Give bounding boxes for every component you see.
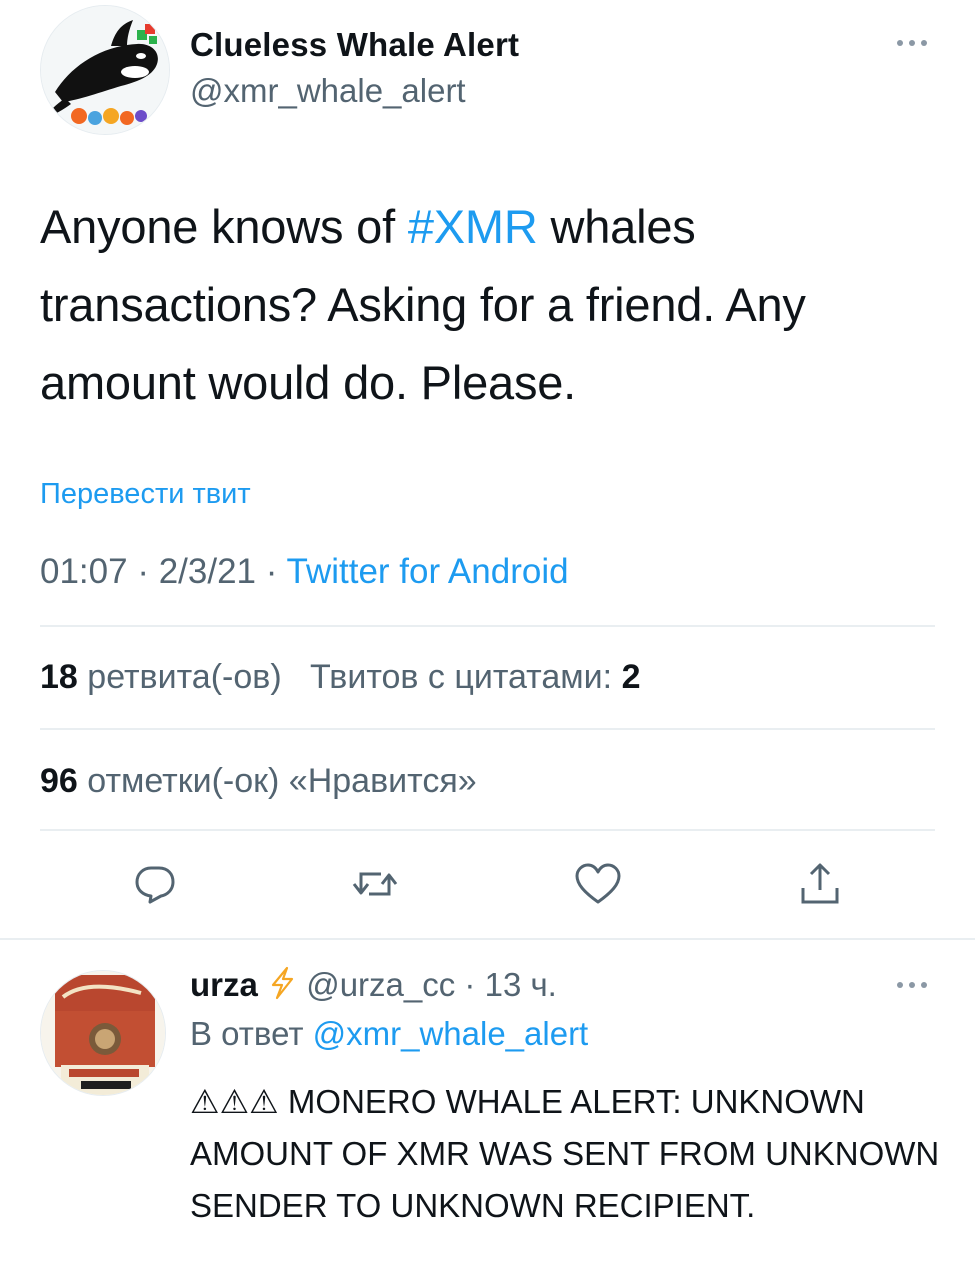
like-button[interactable]	[563, 849, 633, 919]
meta-separator: ·	[127, 552, 159, 591]
heart-icon	[575, 863, 621, 904]
reply-button[interactable]	[120, 849, 190, 919]
hashtag-link[interactable]: #XMR	[408, 200, 538, 253]
reply-time[interactable]: 13 ч.	[485, 966, 557, 1003]
more-dots-icon	[897, 40, 927, 46]
more-options-button[interactable]	[890, 28, 934, 58]
author-avatar[interactable]	[40, 5, 170, 135]
reply-bubble-icon	[135, 866, 175, 904]
meta-separator: ·	[256, 552, 287, 591]
retweets-label: ретвита(-ов)	[87, 658, 282, 696]
thread-divider	[0, 938, 975, 940]
stats-likes-row: 96 отметки(-ок) «Нравится»	[40, 762, 477, 801]
author-name[interactable]: Clueless Whale Alert	[190, 26, 519, 64]
soup-can-avatar-icon	[41, 971, 165, 1095]
translate-tweet-link[interactable]: Перевести твит	[40, 478, 251, 511]
quotes-count: 2	[621, 658, 641, 696]
divider	[40, 829, 935, 831]
more-dots-icon	[897, 982, 927, 988]
reply-header: urza @urza_cc · 13 ч.	[190, 966, 557, 1008]
quotes-stat[interactable]: Твитов с цитатами: 2	[310, 658, 641, 696]
tweet-meta: 01:07 · 2/3/21 · Twitter for Android	[40, 552, 569, 592]
reply-author-handle[interactable]: @urza_cc	[306, 966, 455, 1003]
divider	[40, 728, 935, 730]
likes-count: 96	[40, 762, 78, 800]
reply-time-separator: ·	[455, 966, 485, 1003]
reply-text: ⚠⚠⚠ MONERO WHALE ALERT: UNKNOWN AMOUNT O…	[190, 1083, 940, 1224]
likes-stat[interactable]: 96 отметки(-ок) «Нравится»	[40, 762, 477, 800]
reply-to-line: В ответ @xmr_whale_alert	[190, 1015, 588, 1053]
share-icon	[801, 863, 839, 904]
retweets-count: 18	[40, 658, 78, 696]
tweet-date[interactable]: 2/3/21	[159, 552, 256, 591]
retweets-stat[interactable]: 18 ретвита(-ов)	[40, 658, 282, 696]
reply-to-prefix: В ответ	[190, 1015, 313, 1052]
tweet-time[interactable]: 01:07	[40, 552, 128, 591]
likes-label: отметки(-ок) «Нравится»	[87, 762, 477, 800]
tweet-text-part1: Anyone knows of	[40, 200, 408, 253]
reply-to-handle-link[interactable]: @xmr_whale_alert	[313, 1015, 589, 1052]
quotes-label: Твитов с цитатами:	[309, 658, 613, 696]
share-button[interactable]	[785, 849, 855, 919]
author-handle[interactable]: @xmr_whale_alert	[190, 72, 466, 110]
tweet-text: Anyone knows of #XMR whales transactions…	[40, 188, 920, 422]
orca-logo-icon	[41, 6, 169, 134]
retweet-icon	[352, 872, 398, 896]
divider	[40, 625, 935, 627]
tweet-source-link[interactable]: Twitter for Android	[287, 552, 569, 591]
retweet-button[interactable]	[340, 849, 410, 919]
lightning-bolt-icon	[267, 966, 297, 1008]
reply-author-name[interactable]: urza	[190, 966, 258, 1003]
reply-more-options-button[interactable]	[890, 970, 934, 1000]
stats-retweets-row: 18 ретвита(-ов) Твитов с цитатами: 2	[40, 658, 640, 697]
reply-author-avatar[interactable]	[40, 970, 166, 1096]
